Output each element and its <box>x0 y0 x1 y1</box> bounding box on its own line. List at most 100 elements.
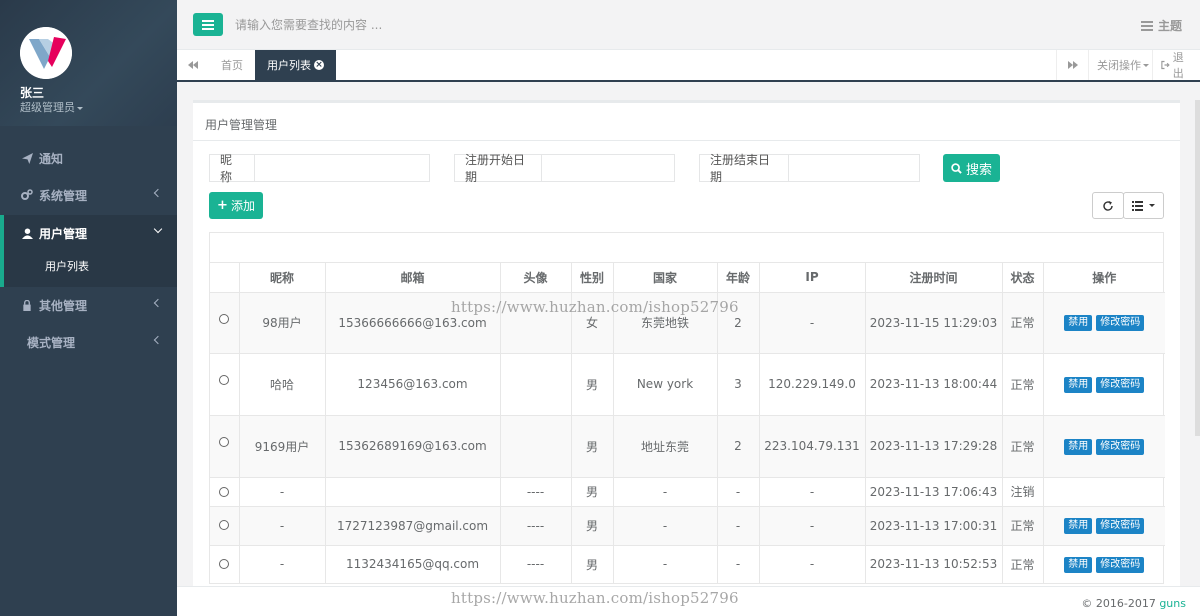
change-password-button[interactable]: 修改密码 <box>1096 518 1145 534</box>
profile-header: 张三 超级管理员 <box>0 0 177 126</box>
change-password-button[interactable]: 修改密码 <box>1096 315 1145 331</box>
sidebar-item-label: 用户管理 <box>39 226 88 241</box>
row-select-radio[interactable] <box>219 313 230 324</box>
logout-button[interactable]: 退出 <box>1152 50 1200 80</box>
change-password-button[interactable]: 修改密码 <box>1096 438 1145 455</box>
page-scrollbar[interactable] <box>1195 100 1200 436</box>
row-select-radio[interactable] <box>219 558 230 569</box>
cell-email: 15362689169@163.com <box>325 414 501 477</box>
table-row[interactable]: - ---- 男 - - - 2023-11-13 17:06:43 注销 <box>210 476 1165 506</box>
sidebar-item-notice[interactable]: 通知 <box>0 140 177 176</box>
column-header[interactable]: 操作 <box>1043 263 1165 293</box>
cell-ops: 禁用 修改密码 <box>1043 352 1165 415</box>
sidebar-item-mode[interactable]: 模式管理 <box>0 324 177 360</box>
sidebar: 张三 超级管理员 通知 系统管理 用户管理 用户列表 其他管理 模式管理 <box>0 0 177 616</box>
column-header[interactable]: 年龄 <box>717 263 760 293</box>
change-password-button[interactable]: 修改密码 <box>1096 376 1145 393</box>
theme-button[interactable]: 主题 <box>1140 17 1182 34</box>
logout-label: 退出 <box>1172 51 1184 80</box>
sidebar-item-label: 通知 <box>39 151 64 166</box>
row-select-radio[interactable] <box>219 519 230 530</box>
search-icon <box>951 162 962 174</box>
tab-home[interactable]: 首页 <box>209 50 255 80</box>
disable-button[interactable]: 禁用 <box>1064 376 1093 393</box>
disable-button[interactable]: 禁用 <box>1064 556 1093 573</box>
close-ops-dropdown[interactable]: 关闭操作 <box>1088 50 1157 80</box>
row-select-radio[interactable] <box>219 436 230 447</box>
cell-country: - <box>613 505 718 545</box>
row-select-radio[interactable] <box>219 486 230 497</box>
cell-reg-time: 2023-11-13 17:00:31 <box>865 505 1003 545</box>
cell-nickname: - <box>239 476 326 506</box>
column-header[interactable]: 昵称 <box>239 263 326 293</box>
disable-button[interactable]: 禁用 <box>1064 315 1093 331</box>
cell-avatar: ---- <box>500 544 572 583</box>
change-password-button[interactable]: 修改密码 <box>1096 556 1145 573</box>
top-navbar: 主题 <box>177 0 1200 50</box>
refresh-button[interactable] <box>1092 192 1124 219</box>
table-row[interactable]: - 1132434165@qq.com ---- 男 - - - 2023-11… <box>210 544 1165 583</box>
nickname-filter-input[interactable] <box>254 155 429 181</box>
close-icon[interactable]: × <box>314 60 324 70</box>
end-date-filter-input[interactable] <box>789 155 919 181</box>
cell-ops <box>1043 476 1165 506</box>
cell-nickname: - <box>239 505 326 545</box>
sidebar-item-system[interactable]: 系统管理 <box>0 177 177 213</box>
table-row[interactable]: - 1727123987@gmail.com ---- 男 - - - 2023… <box>210 505 1165 545</box>
cell-gender: 男 <box>571 414 614 477</box>
start-date-filter-input[interactable] <box>542 155 674 181</box>
table-toolbar-strip <box>210 233 1163 263</box>
cell-email: 15366666666@163.com <box>325 291 501 353</box>
cell-gender: 男 <box>571 476 614 506</box>
tab-user-list[interactable]: 用户列表 × <box>255 50 336 80</box>
profile-role-label: 超级管理员 <box>20 101 75 114</box>
cell-gender: 男 <box>571 544 614 583</box>
lock-icon <box>20 299 34 311</box>
cell-ip: 120.229.149.0 <box>759 352 866 415</box>
column-header[interactable]: 邮箱 <box>325 263 501 293</box>
sidebar-item-other[interactable]: 其他管理 <box>0 287 177 323</box>
sidebar-subitem-user-list[interactable]: 用户列表 <box>45 258 89 274</box>
table-row[interactable]: 98用户 15366666666@163.com 女 东莞地铁 2 - 2023… <box>210 291 1165 353</box>
caret-down-icon <box>77 106 83 110</box>
search-button-label: 搜索 <box>965 162 992 178</box>
copyright-text: © 2016-2017 <box>1081 597 1160 610</box>
cell-ops: 禁用 修改密码 <box>1043 505 1165 545</box>
cell-ops: 禁用 修改密码 <box>1043 544 1165 583</box>
user-management-panel: 用户管理管理 昵称 注册开始日期 注册结束日期 搜索 + 添加 昵称 邮箱 头像… <box>193 100 1180 616</box>
cell-email: 123456@163.com <box>325 352 501 415</box>
profile-role-dropdown[interactable]: 超级管理员 <box>20 99 83 115</box>
refresh-icon <box>1103 200 1113 211</box>
chevron-left-icon <box>153 188 163 198</box>
sidebar-item-user-mgmt[interactable]: 用户管理 <box>0 215 177 251</box>
brand-link[interactable]: guns <box>1159 597 1186 610</box>
cell-age: - <box>717 505 760 545</box>
tab-label: 用户列表 <box>267 59 311 72</box>
disable-button[interactable]: 禁用 <box>1064 518 1093 534</box>
column-header[interactable]: 状态 <box>1002 263 1044 293</box>
add-button[interactable]: + 添加 <box>209 192 263 219</box>
columns-toggle-button[interactable] <box>1123 192 1164 219</box>
cell-country: New york <box>613 352 718 415</box>
column-header[interactable]: 头像 <box>500 263 572 293</box>
avatar-logo[interactable] <box>20 27 72 79</box>
menu-toggle-button[interactable] <box>193 13 223 36</box>
tabs-scroll-left-button[interactable] <box>177 50 209 80</box>
send-icon <box>20 152 34 164</box>
forward-icon <box>1067 61 1078 69</box>
column-header[interactable]: 注册时间 <box>865 263 1003 293</box>
cell-avatar <box>500 352 572 415</box>
global-search-input[interactable] <box>235 12 635 38</box>
table-row[interactable]: 哈哈 123456@163.com 男 New york 3 120.229.1… <box>210 352 1165 415</box>
column-header[interactable]: IP <box>759 263 866 293</box>
search-button[interactable]: 搜索 <box>943 154 1000 182</box>
column-header[interactable]: 性别 <box>571 263 614 293</box>
row-select-radio[interactable] <box>219 374 230 385</box>
footer-copyright: © 2016-2017 guns <box>1081 597 1186 610</box>
disable-button[interactable]: 禁用 <box>1064 438 1093 455</box>
column-header[interactable]: 国家 <box>613 263 718 293</box>
tabs-scroll-right-button[interactable] <box>1056 50 1088 80</box>
cell-email: 1727123987@gmail.com <box>325 505 501 545</box>
table-row[interactable]: 9169用户 15362689169@163.com 男 地址东莞 2 223.… <box>210 414 1165 477</box>
cell-avatar <box>500 414 572 477</box>
